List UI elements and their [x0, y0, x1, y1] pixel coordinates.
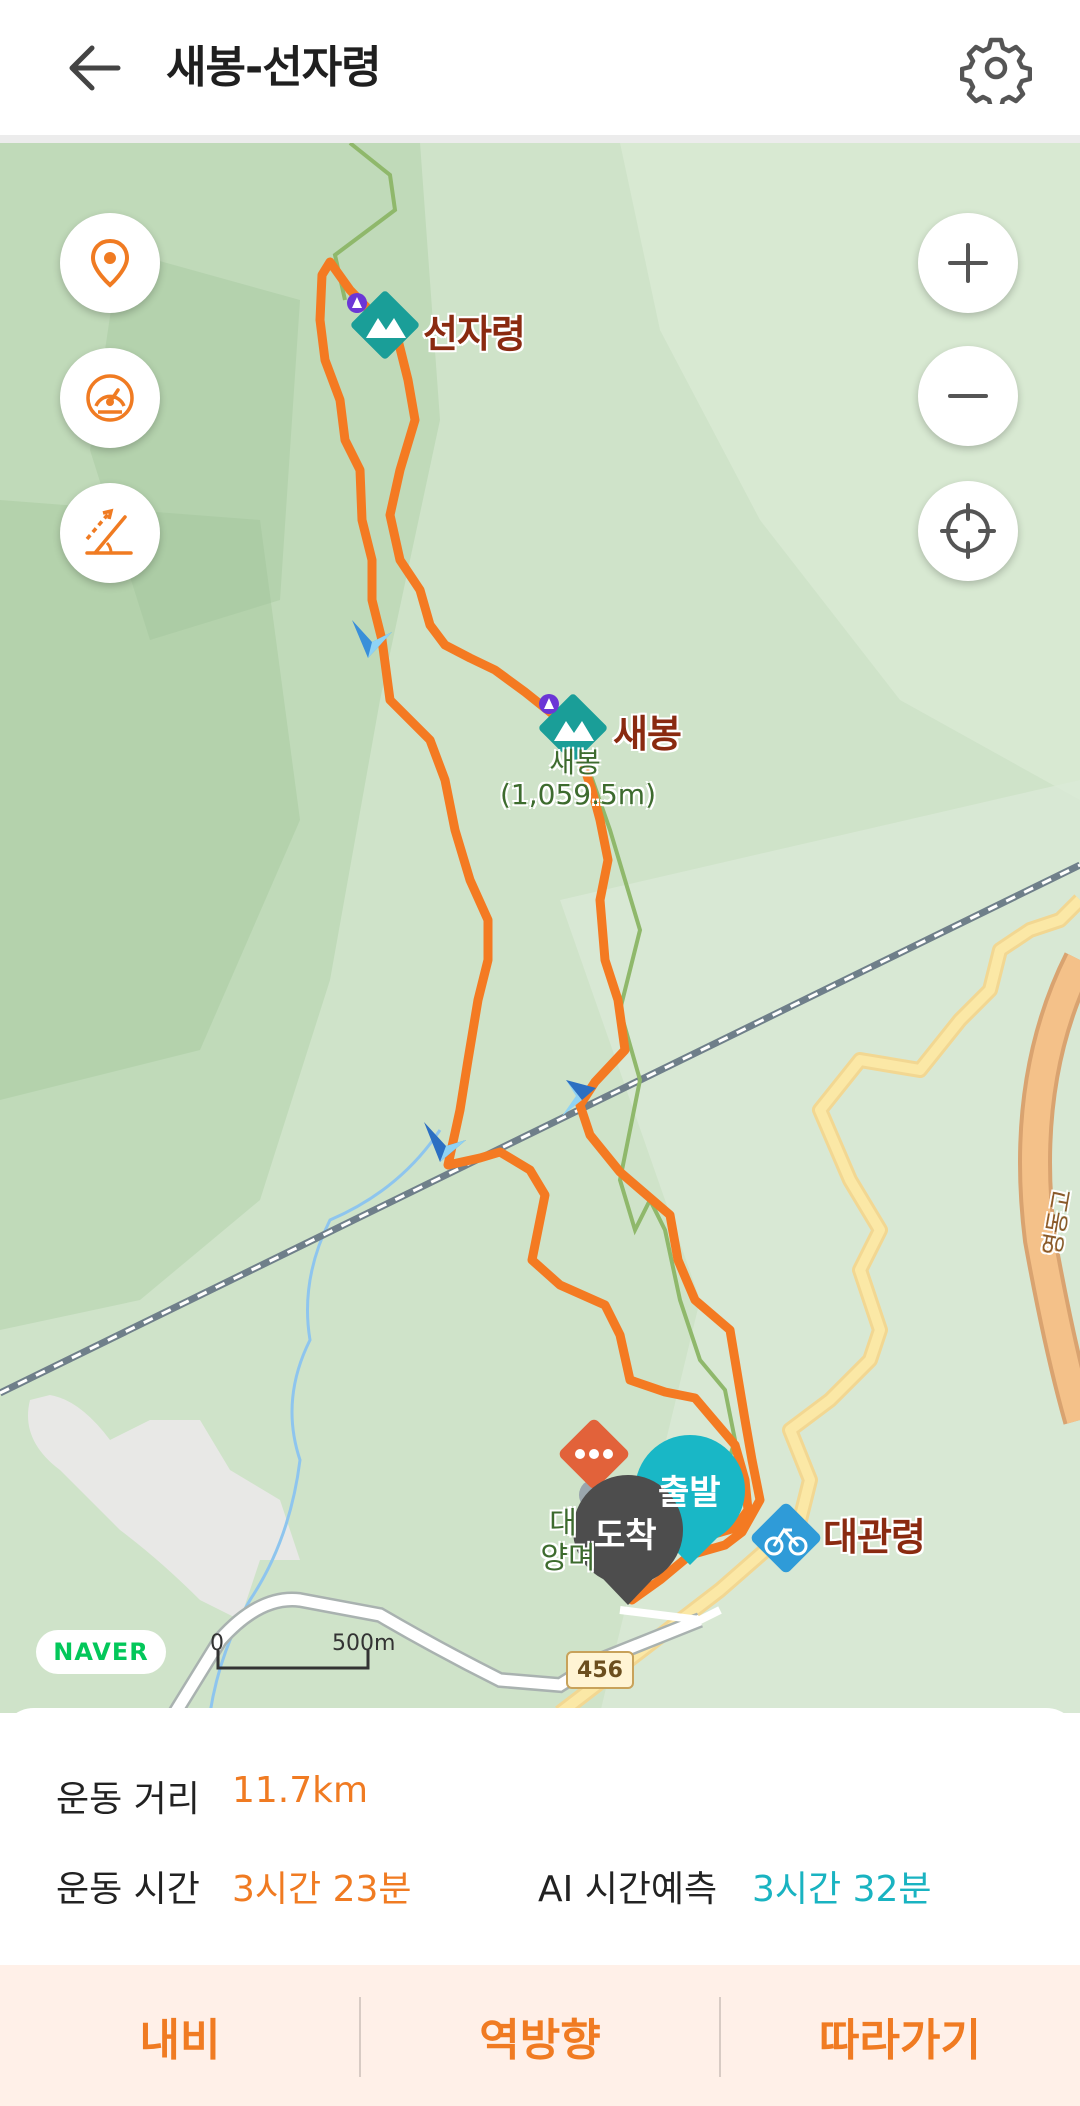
- app-header: 새봉-선자령: [0, 0, 1080, 135]
- slope-icon: [85, 508, 133, 555]
- zoom-out-icon: [948, 394, 988, 398]
- locate-me-button[interactable]: [918, 481, 1018, 581]
- naver-logo: NAVER: [36, 1630, 166, 1674]
- distance-label: 운동 거리: [56, 1779, 200, 1820]
- pass-label-daegwallyeong: 대관령: [823, 1515, 926, 1559]
- speedometer-button[interactable]: [60, 348, 160, 448]
- map-view[interactable]: 선자령 새봉 새봉 (1,059.5m) 대관령 대 양며 영동고 출발 도착 …: [0, 143, 1080, 1713]
- peak-elevation: (1,059.5m): [500, 778, 656, 811]
- peak-label-seonjaryeong: 선자령: [423, 312, 526, 356]
- zoom-out-button[interactable]: [918, 346, 1018, 446]
- peak-label-saebong: 새봉: [613, 712, 682, 756]
- action-bar: 내비 역방향 따라가기: [0, 1965, 1080, 2106]
- gear-icon: [959, 37, 1033, 111]
- settings-button[interactable]: [959, 32, 1033, 111]
- locate-me-icon: [940, 503, 996, 559]
- reverse-direction-button[interactable]: 역방향: [360, 1965, 720, 2106]
- header-divider: [0, 135, 1080, 143]
- road-label-vertical: 영동고: [1038, 1187, 1077, 1257]
- map-canvas: [0, 143, 1080, 1713]
- ai-time-label: AI 시간예측: [538, 1869, 718, 1910]
- peak-sub-name: 새봉: [549, 746, 601, 779]
- follow-route-button[interactable]: 따라가기: [720, 1965, 1080, 2106]
- distance-value: 11.7km: [232, 1770, 369, 1811]
- start-pin-label[interactable]: 출발: [658, 1465, 721, 1514]
- scale-zero: 0: [210, 1631, 224, 1656]
- time-value: 3시간 23분: [232, 1869, 412, 1910]
- zoom-in-button[interactable]: [918, 213, 1018, 313]
- navigation-button[interactable]: 내비: [0, 1965, 360, 2106]
- location-pin-icon: [90, 238, 130, 288]
- place-label-b: 양며: [540, 1541, 596, 1576]
- slope-button[interactable]: [60, 483, 160, 583]
- zoom-in-icon: [948, 243, 988, 283]
- time-label: 운동 시간: [56, 1869, 200, 1910]
- back-button[interactable]: [60, 36, 130, 100]
- page-title: 새봉-선자령: [166, 42, 382, 93]
- speedometer-icon: [86, 374, 134, 422]
- back-arrow-icon: [69, 45, 121, 91]
- ai-time-value: 3시간 32분: [752, 1869, 932, 1910]
- road-number-badge: 456: [566, 1651, 634, 1689]
- end-pin-label[interactable]: 도착: [594, 1508, 657, 1557]
- scale-distance: 500m: [332, 1631, 396, 1656]
- location-pin-button[interactable]: [60, 213, 160, 313]
